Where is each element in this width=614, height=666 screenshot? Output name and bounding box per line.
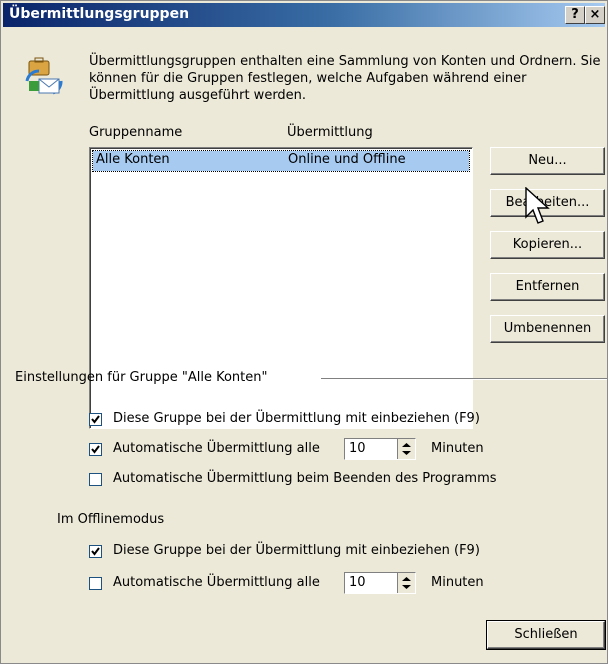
include-group-label: Diese Gruppe bei der Übermittlung mit ei… bbox=[113, 411, 480, 426]
groups-listbox[interactable]: Alle Konten Online und Offline bbox=[89, 147, 473, 429]
close-button[interactable]: × bbox=[585, 6, 605, 24]
auto-send-minutes-value[interactable]: 10 bbox=[349, 441, 366, 456]
spin-arrows-icon[interactable] bbox=[397, 439, 415, 459]
checkmark-icon bbox=[91, 547, 100, 556]
send-receive-groups-icon bbox=[23, 57, 65, 99]
auto-send-unit: Minuten bbox=[431, 441, 484, 456]
column-header-groupname[interactable]: Gruppenname bbox=[89, 125, 182, 140]
list-item[interactable]: Alle Konten Online und Offline bbox=[92, 150, 470, 172]
offline-mode-label: Im Offlinemodus bbox=[57, 512, 165, 527]
offline-auto-send-unit: Minuten bbox=[431, 575, 484, 590]
auto-send-checkbox[interactable] bbox=[89, 443, 102, 456]
copy-button[interactable]: Kopieren... bbox=[490, 231, 605, 259]
offline-auto-send-label: Automatische Übermittlung alle bbox=[113, 575, 320, 590]
include-group-checkbox[interactable] bbox=[89, 413, 102, 426]
checkmark-icon bbox=[91, 415, 100, 424]
intro-text: Übermittlungsgruppen enthalten eine Samm… bbox=[89, 54, 601, 103]
rename-button[interactable]: Umbenennen bbox=[490, 315, 605, 343]
new-button[interactable]: Neu... bbox=[490, 147, 605, 175]
offline-auto-send-minutes-stepper[interactable]: 10 bbox=[344, 572, 416, 594]
auto-send-minutes-stepper[interactable]: 10 bbox=[344, 438, 416, 460]
settings-separator bbox=[321, 378, 607, 380]
send-on-exit-checkbox[interactable] bbox=[89, 473, 102, 486]
help-button[interactable]: ? bbox=[565, 6, 585, 24]
offline-auto-send-checkbox[interactable] bbox=[89, 577, 102, 590]
auto-send-label: Automatische Übermittlung alle bbox=[113, 441, 320, 456]
checkmark-icon bbox=[91, 445, 100, 454]
spin-arrows-icon[interactable] bbox=[397, 573, 415, 593]
window-title: Übermittlungsgruppen bbox=[9, 6, 190, 22]
column-header-transfer[interactable]: Übermittlung bbox=[287, 125, 373, 140]
group-name-cell: Alle Konten bbox=[96, 152, 170, 167]
close-dialog-button[interactable]: Schließen bbox=[486, 620, 606, 650]
send-on-exit-label: Automatische Übermittlung beim Beenden d… bbox=[113, 471, 497, 486]
offline-include-group-label: Diese Gruppe bei der Übermittlung mit ei… bbox=[113, 543, 480, 558]
group-settings-label: Einstellungen für Gruppe "Alle Konten" bbox=[15, 370, 268, 385]
group-mode-cell: Online und Offline bbox=[288, 152, 406, 167]
offline-include-group-checkbox[interactable] bbox=[89, 545, 102, 558]
remove-button[interactable]: Entfernen bbox=[490, 273, 605, 301]
mouse-pointer-icon bbox=[525, 186, 551, 231]
title-bar[interactable]: Übermittlungsgruppen ? × bbox=[3, 3, 605, 27]
dialog-window: Übermittlungsgruppen ? × Übermittlungsgr… bbox=[0, 0, 608, 664]
offline-auto-send-minutes-value[interactable]: 10 bbox=[349, 575, 366, 590]
